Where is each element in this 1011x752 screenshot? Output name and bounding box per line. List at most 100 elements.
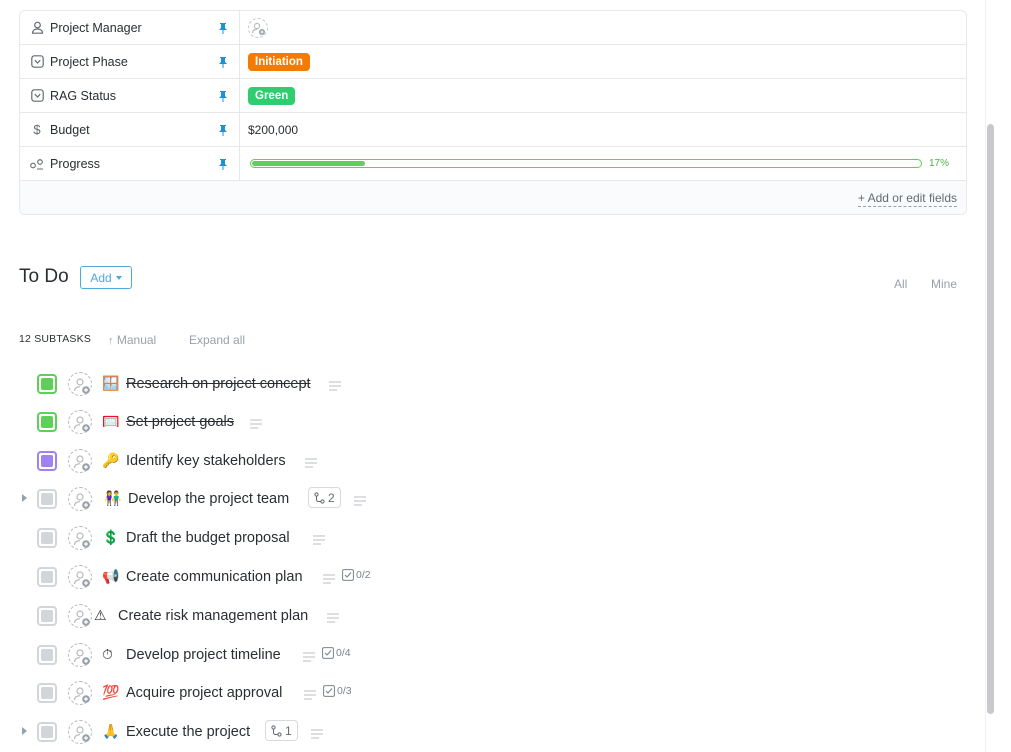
task-row[interactable]: 🙏 Execute the project 1 bbox=[0, 717, 980, 747]
add-assignee-icon[interactable] bbox=[68, 449, 92, 473]
task-row[interactable]: 💯 Acquire project approval 0/3 bbox=[0, 678, 980, 708]
progress-percent: 17% bbox=[929, 158, 950, 169]
custom-fields-table: Project Manager Project Phase Initiation bbox=[19, 10, 967, 215]
checklist-count: 0/3 bbox=[337, 685, 352, 697]
status-fill bbox=[41, 416, 53, 428]
task-row[interactable]: 🪟 Research on project concept bbox=[0, 369, 980, 399]
status-fill bbox=[41, 532, 53, 544]
pin-icon[interactable] bbox=[218, 158, 228, 170]
filter-mine[interactable]: Mine bbox=[931, 277, 957, 291]
section-title: To Do bbox=[19, 266, 69, 287]
add-assignee-icon[interactable] bbox=[68, 720, 92, 744]
expand-all-button[interactable]: Expand all bbox=[189, 333, 245, 347]
task-status-checkbox[interactable] bbox=[37, 606, 57, 626]
add-assignee-icon[interactable] bbox=[68, 565, 92, 589]
task-name[interactable]: Create communication plan bbox=[126, 569, 303, 585]
add-assignee-icon[interactable] bbox=[248, 17, 268, 38]
expand-arrow-icon[interactable] bbox=[22, 494, 27, 502]
status-fill bbox=[41, 687, 53, 699]
add-assignee-icon[interactable] bbox=[68, 643, 92, 667]
checklist-badge[interactable]: 0/3 bbox=[323, 685, 352, 697]
pin-icon[interactable] bbox=[218, 22, 228, 34]
task-emoji: ⏱ bbox=[102, 646, 113, 662]
description-icon[interactable] bbox=[313, 533, 325, 545]
subtask-count-badge[interactable]: 2 bbox=[308, 487, 341, 508]
progress-bar-fill bbox=[252, 161, 365, 166]
pin-icon[interactable] bbox=[218, 56, 228, 68]
add-assignee-icon[interactable] bbox=[68, 487, 92, 511]
budget-value[interactable]: $200,000 bbox=[248, 123, 298, 137]
task-name[interactable]: Develop the project team bbox=[128, 491, 289, 507]
filter-all[interactable]: All bbox=[894, 277, 907, 291]
field-value[interactable]: Initiation bbox=[239, 45, 966, 78]
task-status-checkbox[interactable] bbox=[37, 374, 57, 394]
checklist-badge[interactable]: 0/4 bbox=[322, 647, 351, 659]
add-assignee-icon[interactable] bbox=[68, 681, 92, 705]
add-assignee-icon[interactable] bbox=[68, 372, 92, 396]
task-row[interactable]: 💲 Draft the budget proposal bbox=[0, 523, 980, 553]
task-name[interactable]: Create risk management plan bbox=[118, 608, 308, 624]
field-value[interactable]: 17% bbox=[239, 147, 966, 180]
task-name[interactable]: Identify key stakeholders bbox=[126, 453, 286, 469]
add-or-edit-fields-link[interactable]: + Add or edit fields bbox=[857, 191, 957, 207]
pin-icon[interactable] bbox=[218, 90, 228, 102]
phase-pill[interactable]: Initiation bbox=[248, 52, 310, 71]
description-icon[interactable] bbox=[329, 379, 341, 391]
field-value[interactable]: Green bbox=[239, 79, 966, 112]
task-name[interactable]: Execute the project bbox=[126, 724, 250, 740]
task-status-checkbox[interactable] bbox=[37, 451, 57, 471]
task-row[interactable]: 🥅 Set project goals bbox=[0, 407, 980, 437]
rag-status-pill[interactable]: Green bbox=[248, 86, 296, 105]
description-icon[interactable] bbox=[304, 688, 316, 700]
description-icon[interactable] bbox=[303, 650, 315, 662]
task-row[interactable]: ⏱ Develop project timeline 0/4 bbox=[0, 640, 980, 670]
add-button[interactable]: Add bbox=[80, 266, 132, 289]
task-status-checkbox[interactable] bbox=[37, 683, 57, 703]
task-status-checkbox[interactable] bbox=[37, 722, 57, 742]
progress-bar[interactable] bbox=[250, 159, 922, 168]
description-icon[interactable] bbox=[305, 456, 317, 468]
checklist-icon bbox=[322, 647, 334, 659]
task-emoji: 🥅 bbox=[102, 413, 120, 429]
task-name[interactable]: Set project goals bbox=[126, 414, 234, 430]
task-row[interactable]: 🔑 Identify key stakeholders bbox=[0, 446, 980, 476]
status-fill bbox=[41, 649, 53, 661]
checklist-badge[interactable]: 0/2 bbox=[342, 569, 371, 581]
task-emoji: 🪟 bbox=[102, 375, 120, 391]
field-row-progress: Progress 17% bbox=[20, 147, 966, 181]
add-assignee-icon[interactable] bbox=[68, 604, 92, 628]
task-status-checkbox[interactable] bbox=[37, 645, 57, 665]
description-icon[interactable] bbox=[354, 494, 366, 506]
field-name: Progress bbox=[20, 147, 238, 180]
fields-footer: + Add or edit fields bbox=[20, 181, 966, 214]
task-name[interactable]: Draft the budget proposal bbox=[126, 530, 290, 546]
task-row[interactable]: 👫 Develop the project team 2 bbox=[0, 484, 980, 514]
description-icon[interactable] bbox=[250, 417, 262, 429]
status-fill bbox=[41, 455, 53, 467]
progress-icon bbox=[30, 157, 44, 171]
field-name: $ Budget bbox=[20, 113, 238, 146]
sort-manual-button[interactable]: ↑ Manual bbox=[108, 333, 156, 347]
task-row[interactable]: 📢 Create communication plan 0/2 bbox=[0, 562, 980, 592]
task-name[interactable]: Research on project concept bbox=[126, 376, 311, 392]
expand-arrow-icon[interactable] bbox=[22, 727, 27, 735]
task-status-checkbox[interactable] bbox=[37, 489, 57, 509]
subtask-count-badge[interactable]: 1 bbox=[265, 720, 298, 741]
description-icon[interactable] bbox=[327, 611, 339, 623]
add-assignee-icon[interactable] bbox=[68, 410, 92, 434]
task-name[interactable]: Develop project timeline bbox=[126, 647, 281, 663]
task-status-checkbox[interactable] bbox=[37, 412, 57, 432]
task-status-checkbox[interactable] bbox=[37, 528, 57, 548]
description-icon[interactable] bbox=[323, 572, 335, 584]
field-value[interactable]: $200,000 bbox=[239, 113, 966, 146]
description-icon[interactable] bbox=[311, 727, 323, 739]
task-row[interactable]: ⚠ Create risk management plan bbox=[0, 601, 980, 631]
task-status-checkbox[interactable] bbox=[37, 567, 57, 587]
scrollbar-thumb[interactable] bbox=[987, 124, 994, 714]
field-value[interactable] bbox=[239, 11, 966, 44]
pin-icon[interactable] bbox=[218, 124, 228, 136]
add-assignee-icon[interactable] bbox=[68, 526, 92, 550]
task-emoji: 🔑 bbox=[102, 452, 120, 468]
person-icon bbox=[30, 21, 44, 35]
task-name[interactable]: Acquire project approval bbox=[126, 685, 282, 701]
